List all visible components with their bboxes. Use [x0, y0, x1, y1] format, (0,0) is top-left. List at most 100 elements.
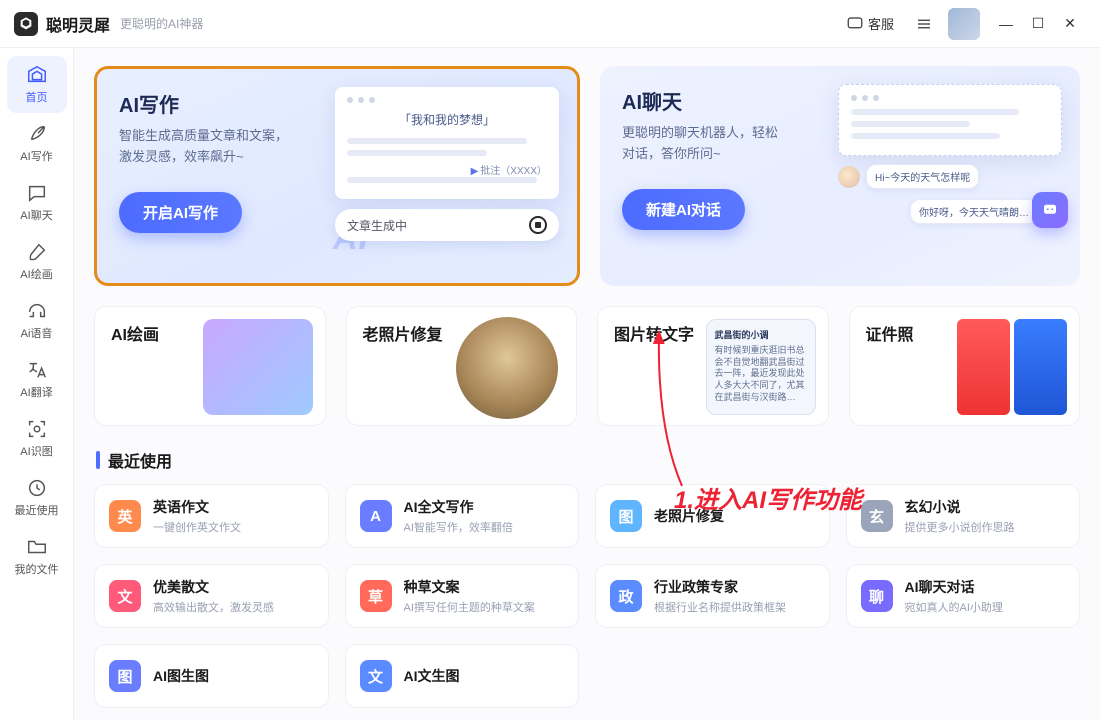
- recent-item-desc: 根据行业名称提供政策框架: [654, 599, 786, 615]
- recent-item-title: AI图生图: [153, 666, 209, 686]
- recent-item-desc: AI撰写任何主题的种草文案: [404, 599, 535, 615]
- recent-item[interactable]: 玄玄幻小说提供更多小说创作思路: [846, 484, 1081, 548]
- history-icon: [26, 477, 48, 499]
- recent-item[interactable]: A AI全文写作 AI智能写作，效率翻倍: [345, 484, 580, 548]
- translate-icon: [26, 359, 48, 381]
- recent-item-icon: A: [360, 500, 392, 532]
- recent-item[interactable]: 图 AI图生图: [94, 644, 329, 708]
- preview-note: ▶批注（XXXX）: [347, 162, 547, 177]
- chat-bubble: Hi~今天的天气怎样呢: [866, 164, 979, 189]
- sidebar-item-voice[interactable]: Ai语音: [7, 292, 67, 349]
- new-chat-button[interactable]: 新建AI对话: [622, 189, 745, 230]
- hero-chat-desc: 更聪明的聊天机器人，轻松对话，答你所问~: [622, 123, 842, 165]
- app-tagline: 更聪明的AI神器: [120, 15, 203, 32]
- chat-bubble: 你好呀，今天天气晴朗…: [910, 199, 1038, 224]
- sidebar-label: AI写作: [20, 148, 52, 164]
- recent-item-title: 玄幻小说: [905, 497, 1015, 517]
- recent-item-icon: 英: [109, 500, 141, 532]
- recent-item-icon: 草: [360, 580, 392, 612]
- scan-icon: [26, 418, 48, 440]
- recent-item-icon: 文: [360, 660, 392, 692]
- titlebar: 聪明灵犀 更聪明的AI神器 客服 — ☐ ✕: [0, 0, 1100, 48]
- chat-fab-icon: [1032, 192, 1068, 228]
- tile-thumbnail: 武昌街的小调有时候到重庆逛旧书总会不自觉地翻武昌街过去一阵，最近发现此处人多大大…: [706, 319, 816, 415]
- recent-item-title: AI全文写作: [404, 497, 513, 517]
- start-write-button[interactable]: 开启AI写作: [119, 192, 242, 233]
- recent-item[interactable]: 文 AI文生图: [345, 644, 580, 708]
- chat-icon: [846, 15, 864, 33]
- recent-item[interactable]: 图老照片修复: [595, 484, 830, 548]
- recent-heading: 最近使用: [96, 448, 1080, 472]
- recent-item-icon: 玄: [861, 500, 893, 532]
- sidebar-item-translate[interactable]: AI翻译: [7, 351, 67, 408]
- feature-tile[interactable]: 证件照: [849, 306, 1081, 426]
- recent-item-desc: 宛如真人的AI小助理: [905, 599, 1003, 615]
- app-name: 聪明灵犀: [46, 12, 110, 36]
- sidebar-item-recent[interactable]: 最近使用: [7, 469, 67, 526]
- sidebar-item-scan[interactable]: AI识图: [7, 410, 67, 467]
- menu-icon: [915, 15, 933, 33]
- main-content: AI写作 智能生成高质量文章和文案，激发灵感，效率飙升~ 开启AI写作 AI 「…: [74, 48, 1100, 720]
- folder-icon: [26, 536, 48, 558]
- sidebar-item-chat[interactable]: AI聊天: [7, 174, 67, 231]
- chat-preview: Hi~今天的天气怎样呢 你好呀，今天天气晴朗…: [838, 84, 1062, 224]
- bot-avatar: [838, 166, 860, 188]
- spinner-icon: [529, 216, 547, 234]
- recent-item-title: 老照片修复: [654, 506, 724, 526]
- recent-item-title: 种草文案: [404, 577, 535, 597]
- recent-item-icon: 文: [109, 580, 141, 612]
- recent-item-desc: 高效输出散文，激发灵感: [153, 599, 274, 615]
- hero-chat-card[interactable]: AI聊天 更聪明的聊天机器人，轻松对话，答你所问~ 新建AI对话 Hi~今天的天…: [600, 66, 1080, 286]
- sidebar-item-write[interactable]: AI写作: [7, 115, 67, 172]
- home-icon: [26, 64, 48, 86]
- recent-item-icon: 政: [610, 580, 642, 612]
- recent-item[interactable]: 英英语作文一键创作英文作文: [94, 484, 329, 548]
- brush-icon: [26, 241, 48, 263]
- sidebar-label: Ai语音: [21, 325, 53, 341]
- recent-item[interactable]: 草种草文案 AI撰写任何主题的种草文案: [345, 564, 580, 628]
- headset-icon: [26, 300, 48, 322]
- sidebar-label: AI翻译: [20, 384, 52, 400]
- recent-item-desc: 一键创作英文作文: [153, 519, 241, 535]
- feature-tile[interactable]: 老照片修复: [346, 306, 578, 426]
- feather-icon: [26, 123, 48, 145]
- sidebar-label: 最近使用: [15, 502, 59, 518]
- sidebar-label: 我的文件: [15, 561, 59, 577]
- recent-item-title: 英语作文: [153, 497, 241, 517]
- support-button[interactable]: 客服: [840, 10, 900, 37]
- recent-item-title: 优美散文: [153, 577, 274, 597]
- recent-item-icon: 图: [610, 500, 642, 532]
- user-avatar[interactable]: [948, 8, 980, 40]
- hamburger-button[interactable]: [910, 10, 938, 38]
- minimize-button[interactable]: —: [990, 8, 1022, 40]
- sidebar-item-paint[interactable]: AI绘画: [7, 233, 67, 290]
- maximize-button[interactable]: ☐: [1022, 8, 1054, 40]
- feature-tile[interactable]: 图片转文字武昌街的小调有时候到重庆逛旧书总会不自觉地翻武昌街过去一阵，最近发现此…: [597, 306, 829, 426]
- recent-item-desc: 提供更多小说创作思路: [905, 519, 1015, 535]
- hero-write-desc: 智能生成高质量文章和文案，激发灵感，效率飙升~: [119, 126, 339, 168]
- close-button[interactable]: ✕: [1054, 8, 1086, 40]
- recent-item-desc: AI智能写作，效率翻倍: [404, 519, 513, 535]
- sidebar-label: AI识图: [20, 443, 52, 459]
- sidebar: 首页 AI写作 AI聊天 AI绘画 Ai语音 AI翻译 AI识图 最近使用: [0, 48, 74, 720]
- recent-item-icon: 图: [109, 660, 141, 692]
- preview-status: 文章生成中: [335, 209, 559, 241]
- recent-title: 最近使用: [108, 448, 172, 472]
- tile-thumbnail: [203, 319, 313, 415]
- sidebar-label: AI聊天: [20, 207, 52, 223]
- chat-icon: [26, 182, 48, 204]
- sidebar-item-home[interactable]: 首页: [7, 56, 67, 113]
- recent-item-icon: 聊: [861, 580, 893, 612]
- feature-tile[interactable]: AI绘画: [94, 306, 326, 426]
- preview-title: 「我和我的梦想」: [347, 111, 547, 128]
- sidebar-label: 首页: [26, 89, 48, 105]
- recent-item[interactable]: 聊AI聊天对话宛如真人的AI小助理: [846, 564, 1081, 628]
- recent-item[interactable]: 文优美散文高效输出散文，激发灵感: [94, 564, 329, 628]
- recent-item-title: AI文生图: [404, 666, 460, 686]
- recent-item[interactable]: 政行业政策专家根据行业名称提供政策框架: [595, 564, 830, 628]
- sidebar-label: AI绘画: [20, 266, 52, 282]
- hero-write-card[interactable]: AI写作 智能生成高质量文章和文案，激发灵感，效率飙升~ 开启AI写作 AI 「…: [94, 66, 580, 286]
- write-preview: 「我和我的梦想」 ▶批注（XXXX） 文章生成中: [335, 87, 559, 241]
- support-label: 客服: [868, 14, 894, 33]
- sidebar-item-files[interactable]: 我的文件: [7, 528, 67, 585]
